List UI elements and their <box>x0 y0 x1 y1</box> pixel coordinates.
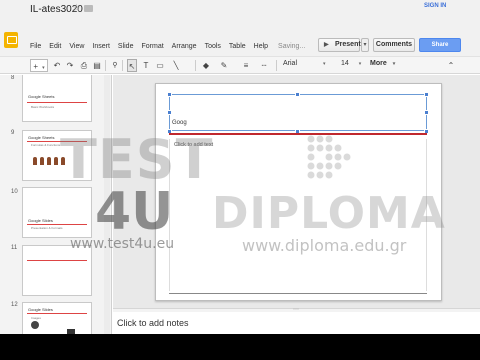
font-size-value: 14 <box>341 60 349 67</box>
border-color-icon[interactable]: ✎ <box>218 59 230 72</box>
notes-placeholder[interactable]: Click to add notes <box>117 318 189 328</box>
slides-logo-icon[interactable] <box>4 32 18 48</box>
menu-tools[interactable]: Tools <box>205 43 221 50</box>
menu-arrange[interactable]: Arrange <box>172 43 197 50</box>
thumbnail-subtitle: Basic Workbooks <box>31 105 55 109</box>
toolbar: + ▾ ↶ ↷ ⎙ ▤ ⚲ ↖ T ▭ ╲ ◆ ✎ ≡ ┄ Arial ▾ 14 ▾ … <box>0 56 480 74</box>
menu-format[interactable]: Format <box>141 43 163 50</box>
paint-format-icon[interactable]: ▤ <box>92 59 102 72</box>
folder-icon[interactable] <box>84 5 93 12</box>
thumbnail-title: Google Sheets <box>28 135 55 140</box>
thumbnail-title: Google Slides <box>28 218 53 223</box>
more-label: More <box>370 60 387 67</box>
collapse-icon[interactable]: ⌃ <box>446 59 456 72</box>
resize-handle[interactable] <box>295 92 300 97</box>
thumbnail-rule <box>27 313 87 314</box>
font-family-value: Arial <box>283 60 298 67</box>
fill-color-icon[interactable]: ◆ <box>200 59 212 72</box>
slide-number: 11 <box>11 245 18 251</box>
font-size-select[interactable]: 14 ▾ <box>341 60 361 67</box>
figure-image <box>40 157 44 165</box>
filmstrip-scrollbar[interactable] <box>104 75 110 360</box>
thumbnail-rule <box>27 102 87 103</box>
body-placeholder-text: Click to add text <box>174 142 214 148</box>
comments-button[interactable]: Comments <box>373 38 415 52</box>
save-status: Saving... <box>278 43 306 50</box>
thumbnail-title: Google Sheets <box>28 94 55 99</box>
body-placeholder[interactable]: Click to add text <box>169 139 427 291</box>
font-family-select[interactable]: Arial ▾ <box>283 60 326 67</box>
border-dash-icon[interactable]: ┄ <box>258 59 270 72</box>
thumbnail-subtitle: Images <box>31 316 41 320</box>
menu-insert[interactable]: Insert <box>92 43 110 50</box>
thumbnail-image <box>31 321 39 329</box>
resize-handle[interactable] <box>424 92 429 97</box>
menu-edit[interactable]: Edit <box>49 43 61 50</box>
slide-filmstrip[interactable]: 8 Google Sheets Basic Workbooks 9 Google… <box>0 75 112 360</box>
thumbnail-subtitle: Presentation & Formats <box>31 226 63 230</box>
print-icon[interactable]: ⎙ <box>79 59 89 72</box>
current-slide[interactable]: Goog Click to add text <box>155 83 442 301</box>
slide-number: 9 <box>11 130 15 136</box>
thumbnail-subtitle: Formulas & Functions <box>31 143 61 147</box>
more-menu[interactable]: More ▾ <box>370 60 395 67</box>
figure-image <box>47 157 51 165</box>
zoom-icon[interactable]: ⚲ <box>110 59 120 72</box>
border-weight-icon[interactable]: ≡ <box>240 59 252 72</box>
present-dropdown-icon[interactable]: ▾ <box>361 38 369 52</box>
menu-file[interactable]: File <box>30 43 41 50</box>
line-icon[interactable]: ╲ <box>170 59 182 72</box>
share-button[interactable]: Share <box>419 38 461 52</box>
slide-canvas: Goog Click to add text <box>113 75 480 308</box>
textbox-icon[interactable]: T <box>141 59 151 72</box>
plus-icon: + <box>33 62 39 71</box>
figure-image <box>61 157 65 165</box>
slide-number: 12 <box>11 302 18 308</box>
select-icon[interactable]: ↖ <box>127 59 137 72</box>
slide-thumbnail[interactable]: Google Sheets Formulas & Functions <box>22 130 92 181</box>
figure-image <box>33 157 37 165</box>
slide-thumbnail[interactable]: Google Slides Presentation & Formats <box>22 187 92 238</box>
screen-bottom-bar <box>0 334 480 360</box>
menu-bar: File Edit View Insert Slide Format Arran… <box>30 43 313 50</box>
resize-handle[interactable] <box>167 110 172 115</box>
toolbar-divider <box>195 60 196 71</box>
shape-icon[interactable]: ▭ <box>154 59 166 72</box>
figure-image <box>54 157 58 165</box>
redo-icon[interactable]: ↷ <box>65 59 75 72</box>
new-slide-button[interactable]: + ▾ <box>30 59 48 72</box>
undo-icon[interactable]: ↶ <box>52 59 62 72</box>
star-icon[interactable]: ☆ <box>72 3 81 14</box>
slide-number: 8 <box>11 75 15 81</box>
toolbar-divider <box>105 60 106 71</box>
speaker-notes[interactable]: Click to add notes <box>113 312 480 334</box>
footer-rule <box>169 293 427 294</box>
menu-slide[interactable]: Slide <box>118 43 134 50</box>
present-button[interactable]: Present <box>318 38 361 52</box>
title-rule <box>169 133 427 135</box>
toolbar-divider <box>122 60 123 71</box>
thumbnail-title: Google Slides <box>28 307 53 312</box>
thumbnail-rule <box>27 141 87 142</box>
slide-thumbnail[interactable] <box>22 245 92 296</box>
slide-thumbnail[interactable]: Google Sheets Basic Workbooks <box>22 75 92 122</box>
menu-view[interactable]: View <box>69 43 84 50</box>
title-textbox[interactable]: Goog <box>169 94 427 131</box>
menu-table[interactable]: Table <box>229 43 246 50</box>
app-header: IL-ates3020 ☆ SIGN IN File Edit View Ins… <box>0 0 480 56</box>
thumbnail-rule <box>27 224 87 225</box>
menu-help[interactable]: Help <box>254 43 268 50</box>
title-text[interactable]: Goog <box>172 120 187 126</box>
toolbar-divider <box>276 60 277 71</box>
thumbnail-rule <box>27 260 87 261</box>
sign-in-link[interactable]: SIGN IN <box>424 3 446 9</box>
slide-number: 10 <box>11 189 18 195</box>
resize-handle[interactable] <box>167 92 172 97</box>
resize-handle[interactable] <box>424 110 429 115</box>
